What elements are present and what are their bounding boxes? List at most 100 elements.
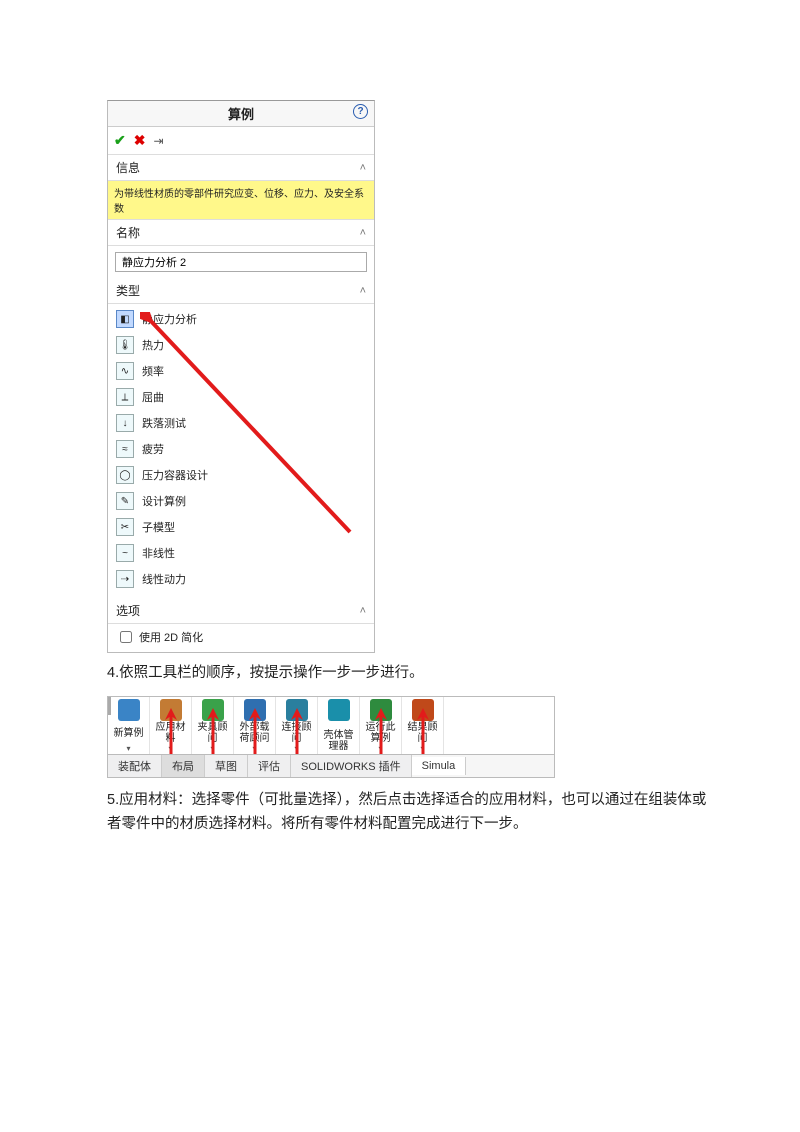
type-item[interactable]: ≈ 疲劳: [114, 436, 368, 462]
toolbar-button-label: 壳体管 理器: [324, 730, 354, 752]
type-item-icon: ✎: [116, 492, 134, 510]
toolbar-button-icon: [160, 699, 182, 721]
use-2d-label: 使用 2D 简化: [139, 629, 203, 645]
type-item-label: 压力容器设计: [142, 467, 208, 483]
section-type-label: 类型: [116, 282, 140, 299]
toolbar-button-icon: [202, 699, 224, 721]
tab[interactable]: 布局: [162, 755, 205, 777]
study-panel: 算例 ? ✔ ✖ ⇥ 信息 ˄ 为带线性材质的零部件研究应变、位移、应力、及安全…: [107, 100, 375, 653]
type-list: ◧ 静应力分析 🌡 热力 ∿ 频率 ⟂ 屈曲 ↓ 跌落测试 ≈ 疲劳 ◯ 压力容器设计 ✎ 设计算例 ✂ 子模型 ~…: [108, 304, 374, 598]
type-item-icon: ∿: [116, 362, 134, 380]
section-name-header[interactable]: 名称 ˄: [108, 220, 374, 246]
step4-text: 4.依照工具栏的顺序，按提示操作一步一步进行。: [107, 661, 707, 686]
toolbar-button[interactable]: 外部载 荷顾问 ▾: [234, 697, 276, 754]
panel-title: 算例 ?: [108, 101, 374, 127]
type-item-label: 非线性: [142, 545, 175, 561]
toolbar-button-label: 外部载 荷顾问: [240, 722, 270, 744]
toolbar-button[interactable]: 应用材 料 ▾: [150, 697, 192, 754]
toolbar-button-label: 应用材 料: [156, 722, 186, 744]
dropdown-icon[interactable]: ▾: [210, 746, 214, 752]
toolbar-button-icon: [118, 699, 140, 721]
use-2d-checkbox[interactable]: [120, 631, 132, 643]
toolbar-button-label: 连接顾 问: [282, 722, 312, 744]
dropdown-icon[interactable]: ▾: [378, 746, 382, 752]
tab[interactable]: SOLIDWORKS 插件: [291, 755, 412, 777]
toolbar-button[interactable]: 新算例 ▾: [108, 697, 150, 754]
option-row: 使用 2D 简化: [108, 624, 374, 652]
type-item-label: 静应力分析: [142, 311, 197, 327]
dropdown-icon[interactable]: ▾: [420, 746, 424, 752]
tab[interactable]: 草图: [205, 755, 248, 777]
dropdown-icon[interactable]: ▾: [168, 746, 172, 752]
section-info-label: 信息: [116, 159, 140, 176]
dropdown-icon[interactable]: ▾: [252, 746, 256, 752]
type-item[interactable]: ∿ 频率: [114, 358, 368, 384]
type-item-label: 设计算例: [142, 493, 186, 509]
type-item[interactable]: 🌡 热力: [114, 332, 368, 358]
type-item-icon: ◯: [116, 466, 134, 484]
type-item-icon: ⟂: [116, 388, 134, 406]
type-item[interactable]: ⇢ 线性动力: [114, 566, 368, 592]
toolbar-button-label: 夹具顾 问: [198, 722, 228, 744]
dropdown-icon[interactable]: ▾: [126, 746, 130, 752]
chevron-up-icon: ˄: [360, 227, 366, 239]
type-item-label: 频率: [142, 363, 164, 379]
toolbar-button[interactable]: 夹具顾 问 ▾: [192, 697, 234, 754]
panel-title-text: 算例: [228, 107, 254, 122]
toolbar-button-icon: [370, 699, 392, 721]
step5-text: 5.应用材料：选择零件（可批量选择），然后点击选择适合的应用材料，也可以通过在组…: [107, 788, 707, 837]
toolbar-button[interactable]: 运行此 算例 ▾: [360, 697, 402, 754]
section-name-label: 名称: [116, 224, 140, 241]
section-type-header[interactable]: 类型 ˄: [108, 278, 374, 304]
toolbar-button-icon: [286, 699, 308, 721]
toolbar-button-label: 新算例: [114, 728, 144, 739]
toolbar-button[interactable]: 连接顾 问 ▾: [276, 697, 318, 754]
study-name-input[interactable]: [115, 252, 367, 272]
toolbar-button-icon: [412, 699, 434, 721]
toolbar-button[interactable]: 结果顾 问 ▾: [402, 697, 444, 754]
section-info-header[interactable]: 信息 ˄: [108, 155, 374, 181]
help-icon[interactable]: ?: [353, 104, 368, 119]
type-item[interactable]: ✂ 子模型: [114, 514, 368, 540]
type-item-icon: 🌡: [116, 336, 134, 354]
toolbar-button-icon: [328, 699, 350, 721]
toolbar-button-label: 运行此 算例: [366, 722, 396, 744]
type-item[interactable]: ~ 非线性: [114, 540, 368, 566]
action-row: ✔ ✖ ⇥: [108, 127, 374, 155]
ok-icon[interactable]: ✔: [114, 132, 126, 149]
type-item-icon: ~: [116, 544, 134, 562]
type-item-label: 热力: [142, 337, 164, 353]
toolbar-button-icon: [244, 699, 266, 721]
toolbar-button[interactable]: 壳体管 理器: [318, 697, 360, 754]
type-item[interactable]: ◯ 压力容器设计: [114, 462, 368, 488]
type-item-icon: ⇢: [116, 570, 134, 588]
tab[interactable]: Simula: [412, 757, 467, 775]
type-item[interactable]: ⟂ 屈曲: [114, 384, 368, 410]
type-item-label: 疲劳: [142, 441, 164, 457]
chevron-up-icon: ˄: [360, 162, 366, 174]
chevron-up-icon: ˄: [360, 605, 366, 617]
simulation-toolbar: 新算例 ▾ 应用材 料 ▾ 夹具顾 问 ▾ 外部载 荷顾问 ▾ 连接顾 问 ▾ 壳体管 理器运行此 …: [107, 696, 555, 778]
dropdown-icon[interactable]: ▾: [294, 746, 298, 752]
pin-icon[interactable]: ⇥: [153, 134, 163, 148]
type-item-label: 屈曲: [142, 389, 164, 405]
type-item-icon: ↓: [116, 414, 134, 432]
tabs-row: 装配体布局草图评估SOLIDWORKS 插件Simula: [108, 755, 554, 777]
type-item[interactable]: ✎ 设计算例: [114, 488, 368, 514]
toolbar-button-label: 结果顾 问: [408, 722, 438, 744]
type-item[interactable]: ↓ 跌落测试: [114, 410, 368, 436]
type-item-icon: ◧: [116, 310, 134, 328]
section-options-header[interactable]: 选项 ˄: [108, 598, 374, 624]
tab[interactable]: 装配体: [108, 755, 162, 777]
type-item-icon: ✂: [116, 518, 134, 536]
type-item-icon: ≈: [116, 440, 134, 458]
type-item-label: 跌落测试: [142, 415, 186, 431]
type-item-label: 子模型: [142, 519, 175, 535]
info-highlight: 为带线性材质的零部件研究应变、位移、应力、及安全系数: [108, 181, 374, 220]
tab[interactable]: 评估: [248, 755, 291, 777]
type-item[interactable]: ◧ 静应力分析: [114, 306, 368, 332]
cancel-icon[interactable]: ✖: [134, 132, 146, 149]
section-options-label: 选项: [116, 602, 140, 619]
type-item-label: 线性动力: [142, 571, 186, 587]
chevron-up-icon: ˄: [360, 285, 366, 297]
